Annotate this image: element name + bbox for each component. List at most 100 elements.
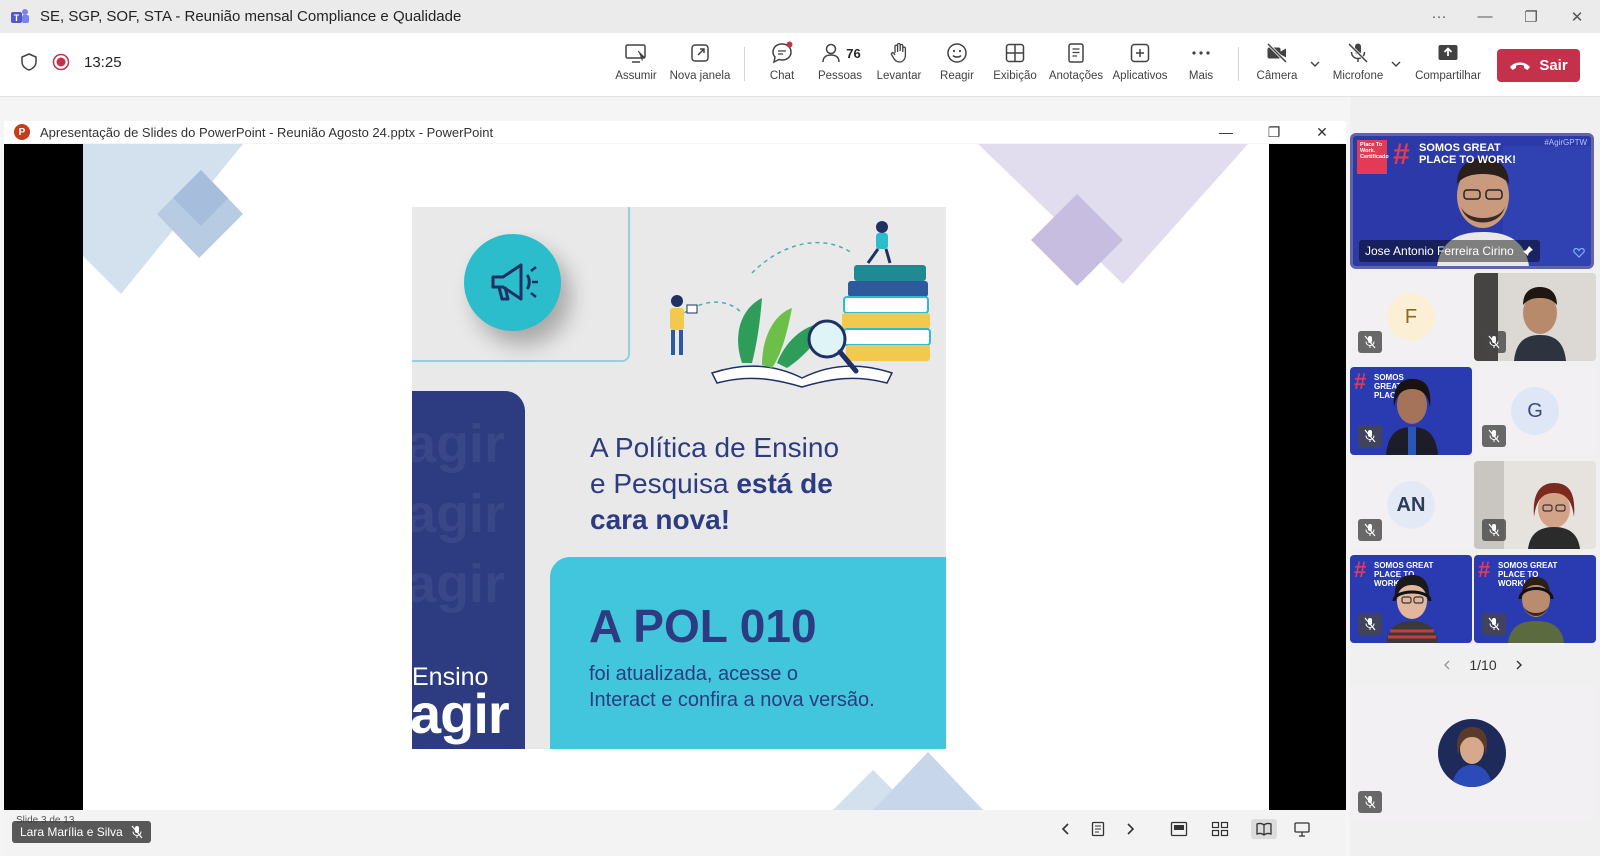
toolbar-divider <box>744 47 745 81</box>
take-control-button[interactable]: Assumir <box>601 41 671 82</box>
ppt-minimize-button[interactable]: — <box>1202 124 1250 140</box>
watermark-text: agir <box>412 554 506 614</box>
more-label: Mais <box>1188 70 1214 82</box>
notes-page-button[interactable] <box>1088 819 1108 839</box>
avatar: G <box>1511 387 1559 435</box>
muted-indicator <box>1358 425 1382 447</box>
chevron-right-icon[interactable] <box>1513 659 1525 671</box>
microphone-button[interactable]: Microfone <box>1323 41 1393 82</box>
microphone-off-icon <box>1488 523 1500 537</box>
more-icon <box>1192 51 1210 55</box>
slide-sorter-icon <box>1211 821 1229 837</box>
muted-indicator <box>1358 613 1382 635</box>
smiley-icon <box>947 43 967 63</box>
gptw-banner-text: SOMOS GREAT PLACE TO WORK! <box>1419 142 1516 166</box>
powerpoint-title-bar: P Apresentação de Slides do PowerPoint -… <box>4 121 1346 143</box>
powerpoint-window-controls: — ❐ ✕ <box>1202 121 1346 143</box>
apps-button[interactable]: Aplicativos <box>1105 41 1175 82</box>
policy-title: A POL 010 <box>589 600 817 652</box>
slideshow-status-bar: Slide 3 de 13 Lara Marília e Silva <box>4 810 1346 856</box>
microphone-off-icon <box>1347 42 1369 64</box>
self-view-tile[interactable] <box>1350 685 1594 821</box>
participant-tile[interactable] <box>1474 461 1596 549</box>
ppt-close-button[interactable]: ✕ <box>1298 124 1346 141</box>
view-button[interactable]: Exibição <box>980 41 1050 82</box>
headline-line-3: cara nova! <box>590 502 839 538</box>
gptw-certificate-badge: Place To Work. Certificado <box>1360 142 1389 160</box>
slide: agir agir agir Ensino agir A Política de… <box>83 144 1269 810</box>
reading-view-button[interactable] <box>1251 819 1277 839</box>
more-button[interactable]: Mais <box>1166 41 1236 82</box>
participant-name-tag: Jose Antonio Ferreira Cirino <box>1359 240 1540 262</box>
restore-button[interactable]: ❐ <box>1508 8 1554 26</box>
watermark-text: agir <box>412 414 506 474</box>
participant-tile[interactable]: AN <box>1350 461 1472 549</box>
microphone-options-chevron-icon[interactable] <box>1389 57 1403 71</box>
participant-tile[interactable]: G <box>1474 367 1596 455</box>
more-options-icon[interactable]: ··· <box>1416 8 1462 25</box>
chevron-left-icon <box>1061 823 1069 835</box>
camera-button[interactable]: Câmera <box>1242 41 1312 82</box>
notes-icon <box>1068 43 1084 63</box>
slide-poster: agir agir agir Ensino agir A Política de… <box>412 207 946 749</box>
avatar: AN <box>1387 481 1435 529</box>
participant-tile[interactable]: F <box>1350 273 1472 361</box>
policy-body-line-2: Interact e confira a nova versão. <box>589 689 875 711</box>
take-control-label: Assumir <box>615 70 657 82</box>
muted-indicator <box>1482 519 1506 541</box>
powerpoint-icon: P <box>14 124 30 140</box>
next-slide-button[interactable] <box>1120 819 1140 839</box>
presenter-name: Lara Marília e Silva <box>20 825 123 839</box>
participants-pager: 1/10 <box>1433 655 1533 675</box>
raise-hand-icon <box>890 42 907 63</box>
participant-tile[interactable]: # SOMOS GREAT PLAC <box>1350 367 1472 455</box>
featured-participant-tile[interactable]: Place To Work. Certificado # SOMOS GREAT… <box>1350 133 1594 269</box>
normal-view-button[interactable] <box>1169 819 1189 839</box>
books-illustration <box>670 221 931 388</box>
ppt-restore-button[interactable]: ❐ <box>1250 124 1298 141</box>
toolbar-divider <box>1238 47 1239 81</box>
slide-headline: A Política de Ensino e Pesquisa está de … <box>590 430 839 538</box>
pager-label: 1/10 <box>1469 657 1497 673</box>
new-window-button[interactable]: Nova janela <box>665 41 735 82</box>
chat-label: Chat <box>769 70 795 82</box>
participant-tile[interactable]: # SOMOS GREAT PLACE TO WORK! <box>1474 555 1596 643</box>
microphone-off-icon <box>1364 335 1376 349</box>
shield-icon[interactable] <box>20 53 38 71</box>
teams-icon: T <box>11 8 29 23</box>
pin-icon[interactable] <box>1522 245 1534 257</box>
meeting-status: 13:25 <box>20 53 122 71</box>
people-icon <box>822 43 841 63</box>
megaphone-icon <box>491 263 538 300</box>
chevron-left-icon[interactable] <box>1441 659 1453 671</box>
minimize-button[interactable]: — <box>1462 8 1508 25</box>
watermark-text: agir <box>412 484 506 544</box>
muted-indicator <box>1358 519 1382 541</box>
participant-tile[interactable]: # SOMOS GREAT PLACE TO WORK! <box>1350 555 1472 643</box>
close-button[interactable]: ✕ <box>1554 8 1600 26</box>
slide-sorter-button[interactable] <box>1210 819 1230 839</box>
megaphone-badge <box>464 234 561 331</box>
share-label: Compartilhar <box>1415 70 1481 82</box>
leave-button[interactable]: Sair <box>1497 49 1580 82</box>
title-bar: T SE, SGP, SOF, STA - Reunião mensal Com… <box>0 0 1600 33</box>
window-title: SE, SGP, SOF, STA - Reunião mensal Compl… <box>40 8 462 25</box>
recording-icon <box>52 53 70 71</box>
notes-button[interactable]: Anotações <box>1041 41 1111 82</box>
slideshow-view-button[interactable] <box>1292 819 1312 839</box>
camera-options-chevron-icon[interactable] <box>1308 57 1322 71</box>
microphone-off-icon <box>1364 795 1376 809</box>
microphone-off-icon <box>1364 617 1376 631</box>
previous-slide-button[interactable] <box>1056 819 1076 839</box>
muted-indicator <box>1358 331 1382 353</box>
policy-body: foi atualizada, acesse o Interact e conf… <box>589 661 875 713</box>
microphone-off-icon <box>1364 523 1376 537</box>
headline-line-3-bold: cara nova! <box>590 504 731 535</box>
hang-up-icon <box>1510 62 1531 70</box>
add-app-icon <box>1130 43 1150 63</box>
people-count: 76 <box>846 45 861 61</box>
microphone-off-icon <box>1488 617 1500 631</box>
share-button[interactable]: Compartilhar <box>1413 41 1483 82</box>
headline-line-2-regular: e Pesquisa <box>590 468 737 499</box>
participant-tile[interactable] <box>1474 273 1596 361</box>
